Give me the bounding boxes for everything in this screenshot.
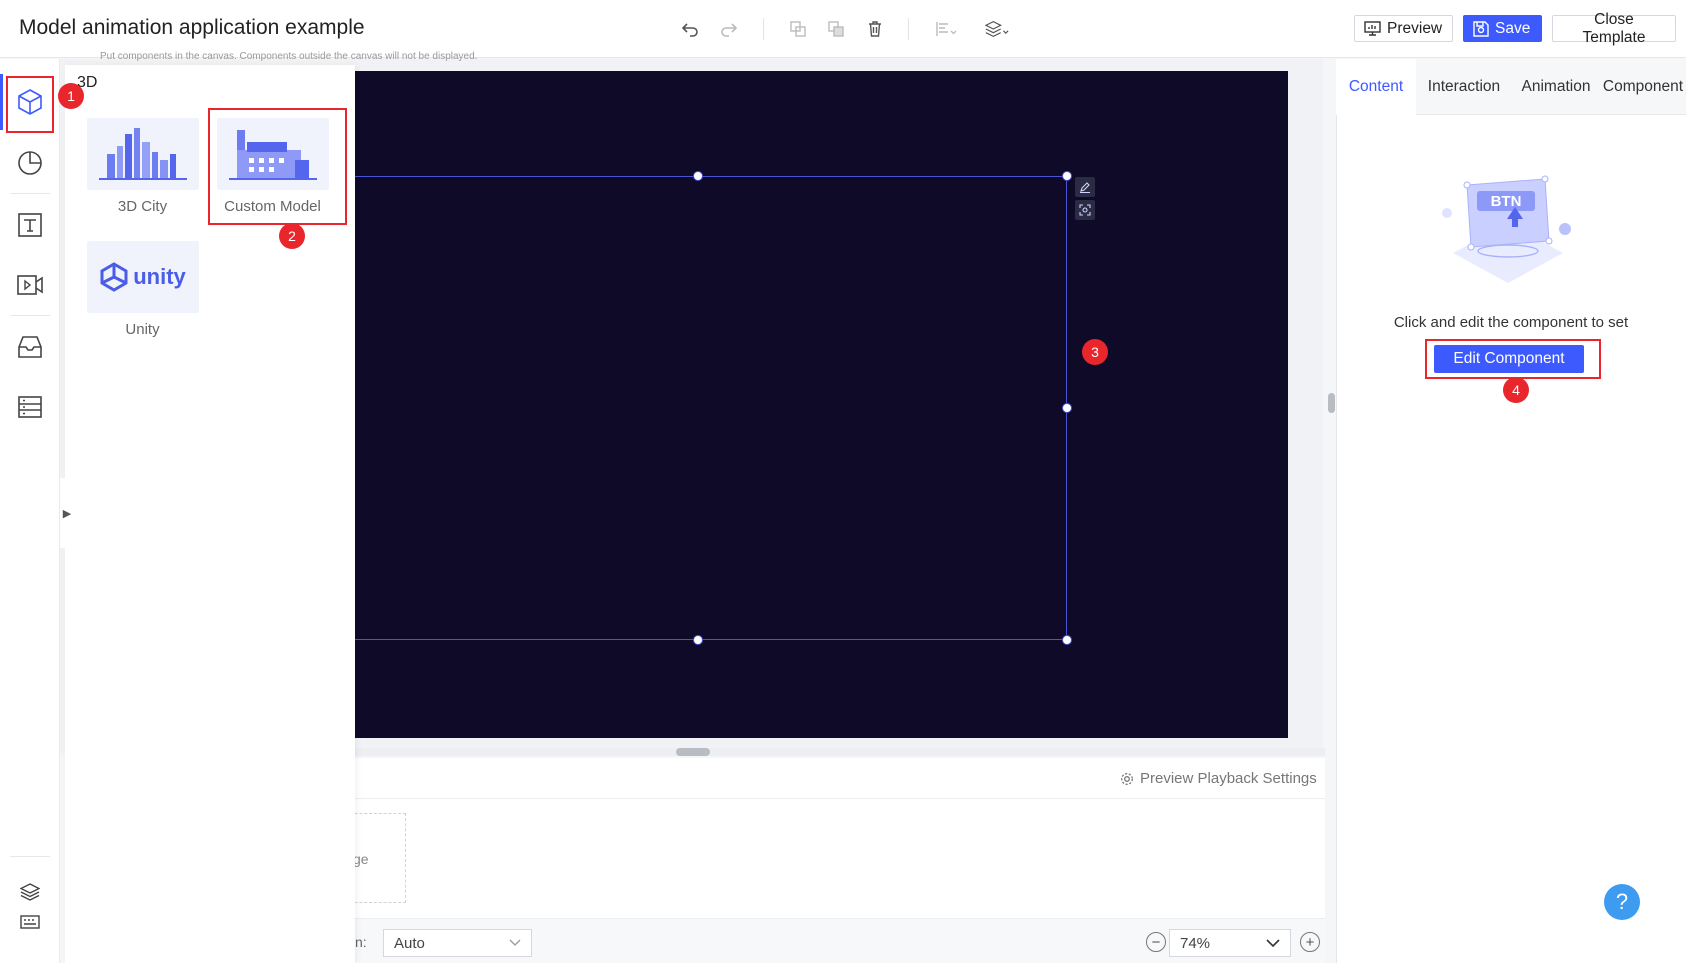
- zoom-in-button[interactable]: +: [1300, 932, 1320, 952]
- zoom-out-button[interactable]: −: [1146, 932, 1166, 952]
- annotation-badge: 4: [1503, 377, 1529, 403]
- redo-icon[interactable]: [717, 17, 741, 41]
- collapse-panel-button[interactable]: ▶: [60, 478, 74, 548]
- zoom-value: 74%: [1180, 934, 1211, 952]
- resize-handle[interactable]: [693, 635, 703, 645]
- unity-thumbnail: unity: [86, 241, 199, 313]
- canvas-hint: Put components in the canvas. Components…: [100, 51, 478, 62]
- align-icon[interactable]: [935, 17, 959, 41]
- preview-playback-label: Preview Playback Settings: [1140, 770, 1317, 787]
- select-label: n:: [355, 934, 367, 950]
- resize-handle[interactable]: [1062, 403, 1072, 413]
- tab-content[interactable]: Content: [1336, 59, 1416, 115]
- monitor-icon: [1364, 21, 1381, 36]
- edit-icon[interactable]: [1075, 177, 1095, 197]
- help-button[interactable]: ?: [1604, 884, 1640, 920]
- illustration-btn-text: BTN: [1491, 193, 1522, 210]
- left-rail: [0, 59, 60, 963]
- tab-animation[interactable]: Animation: [1512, 59, 1600, 115]
- video-icon[interactable]: [12, 267, 48, 303]
- save-icon: [1473, 20, 1489, 37]
- rail-divider: [10, 193, 50, 194]
- chart-pie-icon[interactable]: [12, 145, 48, 181]
- tab-component[interactable]: Component: [1600, 59, 1686, 115]
- auto-select[interactable]: Auto: [383, 929, 532, 957]
- copy-icon[interactable]: [786, 17, 810, 41]
- page-title: Model animation application example: [19, 16, 365, 39]
- undo-icon[interactable]: [678, 17, 702, 41]
- save-button[interactable]: Save: [1463, 15, 1542, 42]
- annotation-badge: 3: [1082, 339, 1108, 365]
- annotation-badge: 1: [58, 83, 84, 109]
- screenshot-icon[interactable]: [1075, 200, 1095, 220]
- annotation-box-2: [208, 108, 347, 225]
- preview-playback-settings[interactable]: Preview Playback Settings: [1120, 770, 1317, 787]
- save-label: Save: [1495, 19, 1531, 37]
- inbox-icon[interactable]: [12, 329, 48, 365]
- unity-wordmark: unity: [133, 264, 186, 289]
- add-page-card-text: ge: [353, 851, 369, 867]
- gear-icon: [1121, 772, 1133, 785]
- component-unity[interactable]: unity Unity: [85, 241, 200, 338]
- divider: [355, 798, 1325, 799]
- rail-divider: [10, 856, 50, 857]
- tab-interaction[interactable]: Interaction: [1416, 59, 1512, 115]
- annotation-badge: 2: [279, 223, 305, 249]
- vertical-scrollbar[interactable]: [1328, 393, 1335, 413]
- annotation-box-4: [1425, 339, 1601, 379]
- auto-select-value: Auto: [394, 934, 425, 952]
- top-bar: Model animation application example Prev…: [0, 0, 1686, 58]
- keyboard-icon[interactable]: [12, 904, 48, 940]
- rail-divider: [10, 315, 50, 316]
- annotation-box-1: [6, 76, 54, 133]
- unity-logo-icon: [100, 262, 128, 292]
- component-label: Unity: [125, 321, 160, 338]
- preview-label: Preview: [1387, 19, 1443, 37]
- empty-state-illustration: BTN: [1433, 163, 1583, 293]
- resize-handle[interactable]: [1062, 635, 1072, 645]
- selected-component-outline[interactable]: [355, 176, 1067, 640]
- resize-handle[interactable]: [693, 171, 703, 181]
- paste-icon[interactable]: [824, 17, 848, 41]
- layers-icon[interactable]: [985, 17, 1009, 41]
- text-icon[interactable]: [12, 207, 48, 243]
- toolbar-divider: [763, 18, 764, 40]
- chevron-down-icon: [509, 939, 521, 946]
- horizontal-scrollbar[interactable]: [676, 748, 710, 756]
- preview-button[interactable]: Preview: [1354, 15, 1453, 42]
- zoom-select[interactable]: 74%: [1169, 929, 1291, 957]
- horizontal-scroll-track: [355, 748, 1325, 756]
- component-3d-city[interactable]: 3D City: [85, 118, 200, 215]
- component-label: 3D City: [117, 198, 168, 215]
- city-thumbnail: [86, 118, 199, 190]
- toolbar-divider: [908, 18, 909, 40]
- chevron-down-icon: [1266, 938, 1280, 947]
- delete-icon[interactable]: [863, 17, 887, 41]
- empty-state-hint: Click and edit the component to set: [1393, 314, 1629, 331]
- rail-active-indicator: [0, 74, 3, 130]
- properties-tabs: Content Interaction Animation Component: [1336, 59, 1686, 115]
- close-template-button[interactable]: Close Template: [1552, 11, 1676, 46]
- list-icon[interactable]: [12, 389, 48, 425]
- close-template-label: Close Template: [1582, 10, 1646, 46]
- resize-handle[interactable]: [1062, 171, 1072, 181]
